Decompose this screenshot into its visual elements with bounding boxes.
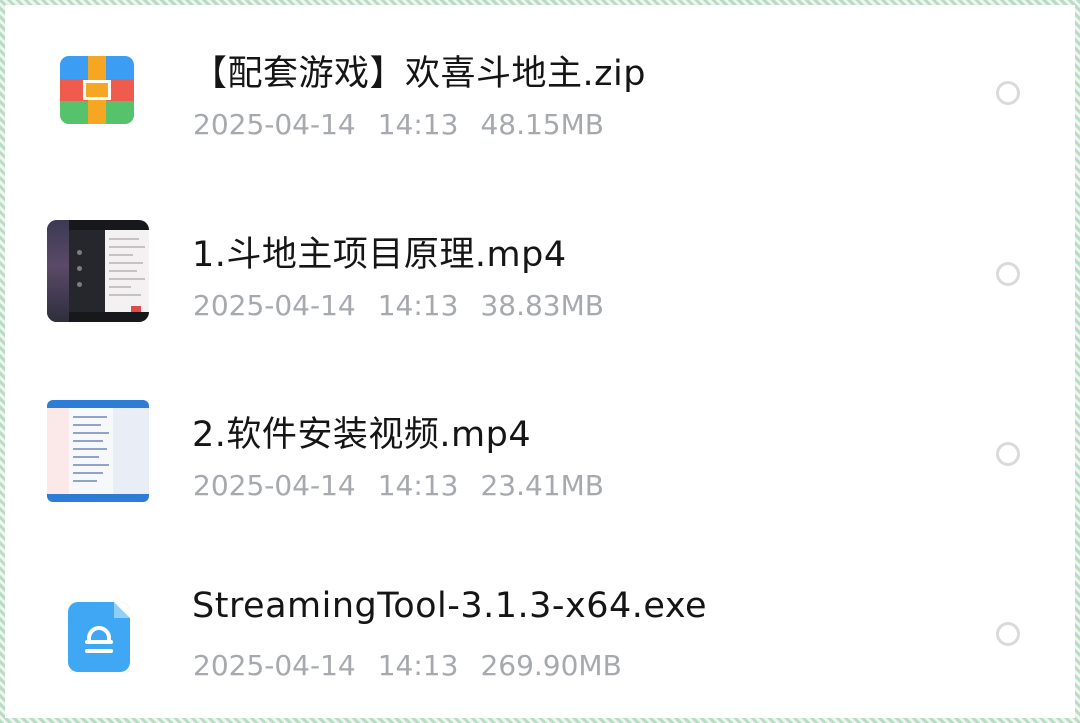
file-size: 269.90MB xyxy=(480,649,622,682)
file-date: 2025-04-14 xyxy=(193,649,356,682)
file-time: 14:13 xyxy=(377,108,459,141)
file-size: 48.15MB xyxy=(480,108,604,141)
file-list: 【配套游戏】欢喜斗地主.zip 2025-04-14 14:13 48.15MB xyxy=(10,10,1080,723)
file-size: 38.83MB xyxy=(480,289,604,322)
file-meta: 2025-04-14 14:13 269.90MB xyxy=(193,649,644,682)
file-name: 【配套游戏】欢喜斗地主.zip xyxy=(192,54,646,94)
file-time: 14:13 xyxy=(377,289,459,322)
exe-file-icon xyxy=(68,602,130,672)
file-row[interactable]: 【配套游戏】欢喜斗地主.zip 2025-04-14 14:13 48.15MB xyxy=(10,0,1080,165)
video-thumbnail xyxy=(47,220,149,322)
file-date: 2025-04-14 xyxy=(193,469,356,502)
file-name: 2.软件安装视频.mp4 xyxy=(192,415,532,455)
file-time: 14:13 xyxy=(377,469,459,502)
select-radio-button[interactable] xyxy=(996,262,1020,286)
select-radio-button[interactable] xyxy=(996,622,1020,646)
file-row[interactable]: StreamingTool-3.1.3-x64.exe 2025-04-14 14… xyxy=(10,526,1080,706)
file-date: 2025-04-14 xyxy=(193,108,356,141)
file-row[interactable]: 1.斗地主项目原理.mp4 2025-04-14 14:13 38.83MB xyxy=(10,166,1080,346)
select-radio-button[interactable] xyxy=(996,81,1020,105)
file-date: 2025-04-14 xyxy=(193,289,356,322)
file-list-card: 【配套游戏】欢喜斗地主.zip 2025-04-14 14:13 48.15MB xyxy=(0,0,1080,723)
video-thumbnail xyxy=(47,400,149,502)
file-name: 1.斗地主项目原理.mp4 xyxy=(192,235,567,275)
zip-archive-icon xyxy=(60,56,134,124)
file-name: StreamingTool-3.1.3-x64.exe xyxy=(192,586,708,626)
file-meta: 2025-04-14 14:13 38.83MB xyxy=(193,289,626,322)
file-size: 23.41MB xyxy=(480,469,604,502)
select-radio-button[interactable] xyxy=(996,442,1020,466)
file-meta: 2025-04-14 14:13 23.41MB xyxy=(193,469,626,502)
file-meta: 2025-04-14 14:13 48.15MB xyxy=(193,108,626,141)
file-time: 14:13 xyxy=(377,649,459,682)
file-row[interactable]: 2.软件安装视频.mp4 2025-04-14 14:13 23.41MB xyxy=(10,346,1080,526)
